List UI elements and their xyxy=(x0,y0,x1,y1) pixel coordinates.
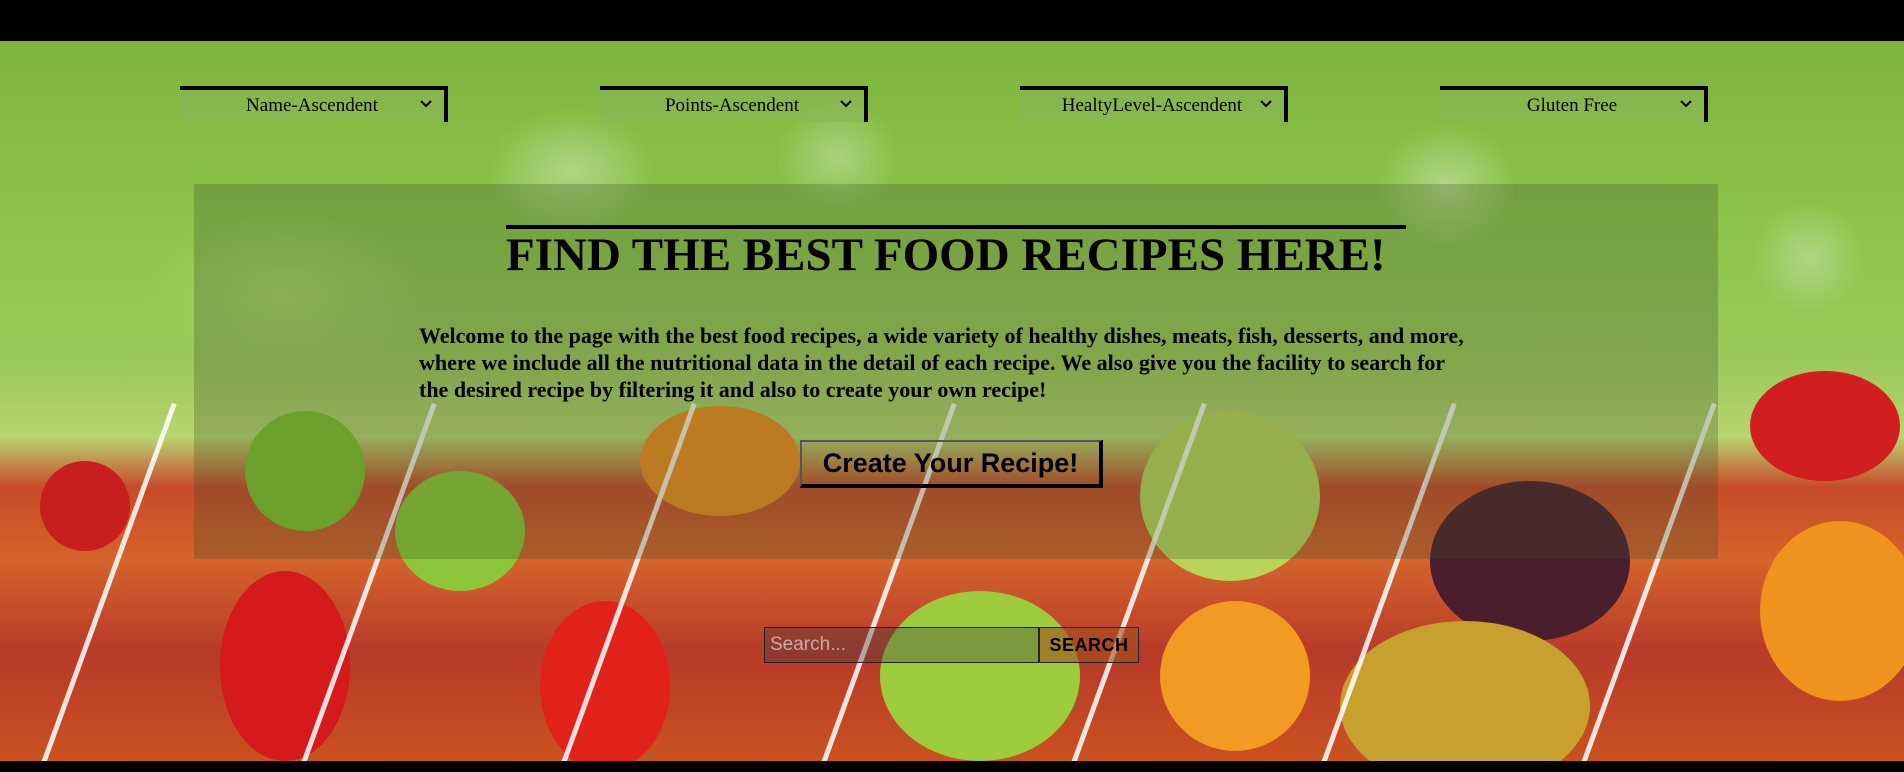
create-recipe-button[interactable]: Create Your Recipe! xyxy=(800,440,1103,488)
sort-name-select[interactable]: Name-Ascendent xyxy=(180,86,448,122)
chevron-down-icon xyxy=(1260,100,1272,108)
diet-filter-label: Gluten Free xyxy=(1526,95,1618,116)
pepper-shape xyxy=(220,571,350,761)
sort-name-label: Name-Ascendent xyxy=(246,95,378,116)
page-title: FIND THE BEST FOOD RECIPES HERE! xyxy=(506,225,1406,281)
search-button[interactable]: SEARCH xyxy=(1039,627,1139,663)
sort-healthy-select[interactable]: HealtyLevel-Ascendent xyxy=(1020,86,1288,122)
orange-shape xyxy=(1160,601,1310,751)
grapes-shape xyxy=(880,591,1080,761)
chevron-down-icon xyxy=(420,100,432,108)
search-bar: SEARCH xyxy=(764,627,1139,663)
search-input[interactable] xyxy=(764,627,1039,663)
diet-filter-select[interactable]: Gluten Free xyxy=(1440,86,1708,122)
chevron-down-icon xyxy=(840,100,852,108)
sort-points-select[interactable]: Points-Ascendent xyxy=(600,86,868,122)
divider-stripe xyxy=(28,402,177,761)
chevron-down-icon xyxy=(1680,100,1692,108)
orange-shape xyxy=(1760,521,1904,701)
sort-points-label: Points-Ascendent xyxy=(664,95,800,116)
pepper-shape xyxy=(1750,371,1900,481)
mango-shape xyxy=(1340,621,1590,761)
intro-text: Welcome to the page with the best food r… xyxy=(419,323,1464,402)
sort-healthy-label: HealtyLevel-Ascendent xyxy=(1061,95,1243,116)
filter-bar: Name-Ascendent Points-Ascendent HealtyLe… xyxy=(0,86,1904,124)
tomato-shape xyxy=(40,461,130,551)
pepper-shape xyxy=(540,601,670,761)
